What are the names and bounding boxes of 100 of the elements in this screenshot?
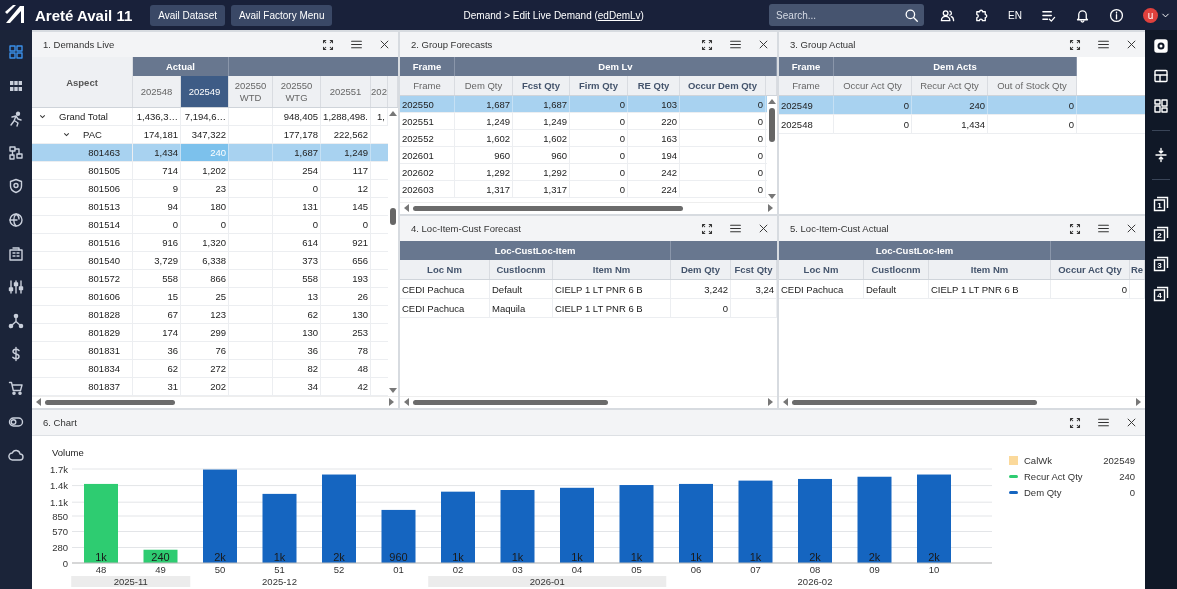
expand-icon[interactable] — [1069, 38, 1081, 51]
column-header[interactable]: Out of Stock Qty — [988, 76, 1077, 95]
column-header[interactable]: 202548 — [133, 76, 181, 107]
table-row[interactable]: 202550 1,687 1,687 0 103 0 — [400, 96, 767, 113]
users-icon[interactable] — [940, 7, 956, 23]
column-header[interactable]: 202549 — [181, 76, 229, 107]
table-row[interactable]: 801505 714 1,202 254 117 — [32, 162, 388, 180]
chevron-icon[interactable] — [62, 130, 71, 139]
shield-icon[interactable] — [8, 178, 24, 195]
bar[interactable] — [381, 509, 416, 563]
close-icon[interactable] — [1126, 223, 1137, 234]
column-header[interactable]: Frame — [400, 76, 455, 95]
search-field[interactable]: Search... — [769, 4, 925, 26]
horizontal-scrollbar[interactable] — [400, 396, 777, 408]
menu-icon[interactable] — [1097, 222, 1110, 235]
table-row[interactable]: 801606 15 25 13 26 — [32, 288, 388, 306]
expand-icon[interactable] — [1069, 416, 1081, 429]
table-row[interactable]: 801834 62 272 82 48 — [32, 360, 388, 378]
table-row[interactable]: CEDI Pachuca Default CIELP 1 LT PNR 6 B 3,242 3,24 — [400, 280, 777, 299]
vertical-scrollbar[interactable] — [388, 108, 398, 396]
table-row[interactable]: 801506 9 23 0 12 — [32, 180, 388, 198]
table-row[interactable]: 801463 1,434 240 1,687 1,249 — [32, 144, 388, 162]
chevron-icon[interactable] — [38, 112, 47, 121]
menu-icon[interactable] — [350, 38, 363, 51]
close-icon[interactable] — [758, 39, 769, 50]
column-header[interactable]: Dem Qty — [455, 76, 513, 95]
column-header[interactable]: Custlocnm — [490, 260, 553, 279]
scroll-right-icon[interactable] — [1135, 397, 1143, 407]
scroll-up-icon[interactable] — [767, 97, 777, 105]
scrollbar-thumb[interactable] — [792, 400, 1037, 405]
close-icon[interactable] — [1126, 417, 1137, 428]
scroll-up-icon[interactable] — [388, 109, 398, 117]
table-row[interactable]: 202602 1,292 1,292 0 242 0 — [400, 164, 767, 181]
info-icon[interactable] — [1109, 7, 1124, 23]
table-row[interactable]: 202548 0 1,434 0 — [779, 115, 1145, 134]
menu-icon[interactable] — [729, 38, 742, 51]
column-header[interactable]: Firm Qty — [570, 76, 628, 95]
column-header[interactable]: Dem Qty — [671, 260, 731, 279]
menu-icon[interactable] — [1097, 38, 1110, 51]
table-row[interactable]: 801516 916 1,320 614 921 — [32, 234, 388, 252]
table-row[interactable]: 202552 1,602 1,602 0 163 0 — [400, 130, 767, 147]
table-row[interactable]: 801828 67 123 62 130 — [32, 306, 388, 324]
column-header[interactable]: Custlocnm — [864, 260, 929, 279]
table-row[interactable]: 801831 36 76 36 78 — [32, 342, 388, 360]
search-icon[interactable] — [904, 8, 920, 23]
scroll-left-icon[interactable] — [402, 397, 410, 407]
expand-icon[interactable] — [701, 222, 713, 235]
column-header[interactable]: 202550 WTG — [273, 76, 321, 107]
globe-icon[interactable] — [8, 211, 24, 228]
expand-icon[interactable] — [1069, 222, 1081, 235]
table-row[interactable]: CEDI Pachuca Maquila CIELP 1 LT PNR 6 B 0 — [400, 299, 777, 318]
horizontal-scrollbar[interactable] — [779, 396, 1145, 408]
building-icon[interactable] — [8, 245, 24, 262]
settings-icon[interactable] — [1153, 38, 1169, 54]
table-row[interactable]: 801837 31 202 34 42 — [32, 378, 388, 396]
column-header[interactable]: Item Nm — [553, 260, 671, 279]
table-row[interactable]: 801514 0 0 0 0 — [32, 216, 388, 234]
table-row[interactable]: 801540 3,729 6,338 373 656 — [32, 252, 388, 270]
column-header[interactable]: Frame — [779, 76, 834, 95]
scroll-right-icon[interactable] — [767, 397, 775, 407]
table-row[interactable]: PAC 174,181 347,322 177,178 222,562 — [32, 126, 388, 144]
column-header[interactable]: 202 — [371, 76, 388, 107]
horizontal-scrollbar[interactable] — [32, 396, 398, 408]
table-row[interactable]: 801513 94 180 131 145 — [32, 198, 388, 216]
scroll-right-icon[interactable] — [388, 397, 396, 407]
notification-icon[interactable] — [1075, 7, 1090, 23]
puzzle-icon[interactable] — [974, 7, 990, 23]
scrollbar-thumb[interactable] — [45, 400, 175, 405]
scrollbar-thumb[interactable] — [413, 400, 608, 405]
column-header[interactable]: Re — [1130, 260, 1145, 279]
sliders-icon[interactable] — [8, 279, 24, 296]
collapse-icon[interactable] — [1153, 147, 1169, 163]
table-row[interactable]: 202601 960 960 0 194 0 — [400, 147, 767, 164]
bar[interactable] — [143, 549, 178, 563]
column-header[interactable]: Loc Nm — [779, 260, 864, 279]
column-header[interactable]: Occur Act Qty — [1051, 260, 1130, 279]
table-row[interactable]: 202551 1,249 1,249 0 220 0 — [400, 113, 767, 130]
scrollbar-thumb[interactable] — [413, 206, 683, 211]
close-icon[interactable] — [379, 39, 390, 50]
column-header[interactable]: Recur Act Qty — [912, 76, 988, 95]
column-header[interactable]: 202551 — [321, 76, 371, 107]
layout-icon[interactable] — [1153, 68, 1169, 84]
scroll-left-icon[interactable] — [402, 203, 410, 213]
vertical-scrollbar[interactable] — [767, 96, 777, 202]
column-header[interactable]: Fcst Qty — [513, 76, 570, 95]
scroll-down-icon[interactable] — [388, 387, 398, 395]
table-row[interactable]: CEDI Pachuca Default CIELP 1 LT PNR 6 B 0 — [779, 280, 1145, 299]
menu-icon[interactable] — [729, 222, 742, 235]
scroll-down-icon[interactable] — [767, 193, 777, 201]
network-icon[interactable] — [8, 312, 24, 329]
table-row[interactable]: 202549 0 240 0 — [779, 96, 1145, 115]
widgets-icon[interactable] — [1153, 98, 1169, 114]
scroll-right-icon[interactable] — [767, 203, 775, 213]
column-header[interactable]: Fcst Qty — [731, 260, 777, 279]
running-person-icon[interactable] — [8, 111, 24, 128]
table-row[interactable]: Grand Total 1,436,3… 7,194,6… 948,405 1,288,498. 1, — [32, 108, 388, 126]
close-icon[interactable] — [1126, 39, 1137, 50]
close-icon[interactable] — [758, 223, 769, 234]
dashboard-icon[interactable] — [8, 44, 24, 60]
expand-icon[interactable] — [322, 38, 334, 51]
